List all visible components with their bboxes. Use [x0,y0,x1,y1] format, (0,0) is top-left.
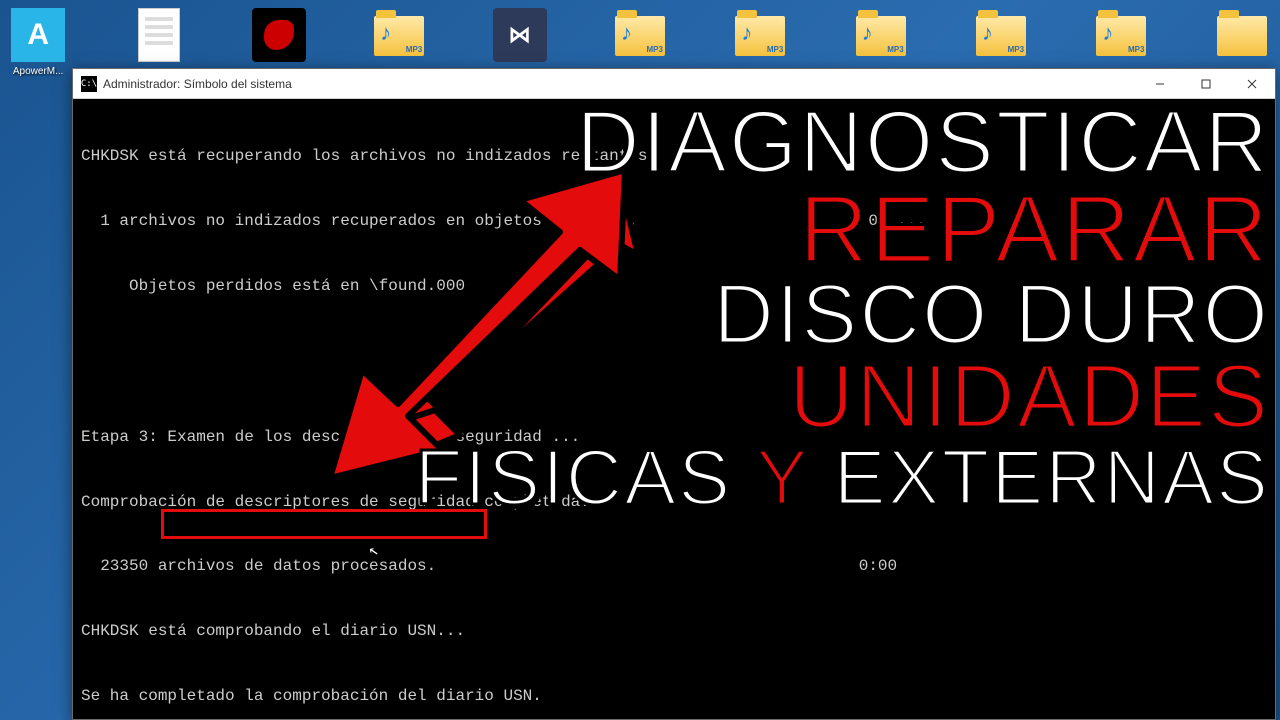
desktop-icon-mp3-6[interactable]: ♪ MP3 [1091,8,1151,56]
desktop-icon-mp3-1[interactable]: ♪ MP3 [369,8,429,56]
window-title: Administrador: Símbolo del sistema [103,77,1137,91]
minimize-button[interactable] [1137,69,1183,99]
desktop-icon-apowermirror[interactable]: A ApowerM... [8,8,68,77]
folder-icon: ♪ MP3 [735,16,785,56]
folder-icon: ♪ MP3 [976,16,1026,56]
terminal-line: CHKDSK está comprobando el diario USN... [81,621,1267,643]
close-button[interactable] [1229,69,1275,99]
desktop-icons-row: A ApowerM... ♪ MP3 ⋈ ♪ MP3 ♪ MP3 ♪ MP3 [8,8,1272,77]
desktop-icon-wax[interactable] [249,8,309,62]
maximize-button[interactable] [1183,69,1229,99]
desktop-icon-label: ApowerM... [13,66,64,77]
terminal-line: Etapa 3: Examen de los descriptores de s… [81,427,1267,449]
virtualbox-icon: ⋈ [493,8,547,62]
folder-icon: ♪ MP3 [615,16,665,56]
desktop-icon-doc[interactable] [128,8,188,62]
terminal-line: 23350 archivos de datos procesados. 0:00 [81,556,1267,578]
titlebar[interactable]: C:\ Administrador: Símbolo del sistema [73,69,1275,99]
desktop-icon-mp3-5[interactable]: ♪ MP3 [971,8,1031,56]
folder-icon [1217,16,1267,56]
desktop-icon-virtualbox[interactable]: ⋈ [489,8,549,62]
cmd-icon: C:\ [81,76,97,92]
terminal-line: Objetos perdidos está en \found.000 [81,276,1267,298]
terminal-output[interactable]: CHKDSK está recuperando los archivos no … [73,99,1275,719]
highlight-rectangle [161,509,487,539]
terminal-line: CHKDSK está recuperando los archivos no … [81,146,1267,168]
terminal-line: Comprobación de descriptores de segurida… [81,492,1267,514]
document-icon [138,8,180,62]
apowermirror-icon: A [11,8,65,62]
terminal-line: Se ha completado la comprobación del dia… [81,686,1267,708]
terminal-line: 1 archivos no indizados recuperados en o… [81,211,1267,233]
folder-icon: ♪ MP3 [1096,16,1146,56]
command-prompt-window: C:\ Administrador: Símbolo del sistema C… [72,68,1276,720]
desktop-icon-mp3-4[interactable]: ♪ MP3 [851,8,911,56]
wax-icon [252,8,306,62]
folder-icon: ♪ MP3 [856,16,906,56]
desktop-icon-mp3-3[interactable]: ♪ MP3 [730,8,790,56]
folder-icon: ♪ MP3 [374,16,424,56]
desktop-icon-folder-7[interactable] [1212,8,1272,56]
desktop-icon-mp3-2[interactable]: ♪ MP3 [610,8,670,56]
